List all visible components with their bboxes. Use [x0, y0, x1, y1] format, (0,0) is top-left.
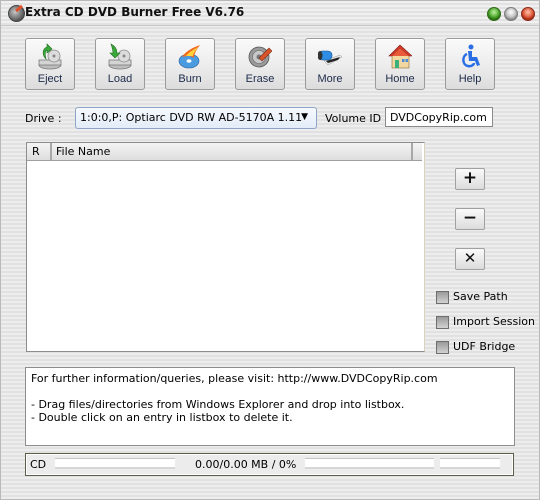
drive-select[interactable]: 1:0:0,P: Optiarc DVD RW AD-5170A 1.11 ▼: [75, 107, 317, 129]
file-listbox[interactable]: R File Name: [26, 142, 425, 352]
file-list-header: R File Name: [27, 143, 422, 161]
column-file-name-label: File Name: [56, 145, 111, 158]
info-line: - Double click on an entry in listbox to…: [31, 411, 293, 424]
burn-button[interactable]: Burn: [165, 38, 215, 90]
udf-bridge-label: UDF Bridge: [453, 340, 516, 353]
volume-id-label: Volume ID :: [325, 112, 389, 125]
more-button[interactable]: More: [305, 38, 355, 90]
info-textbox[interactable]: For further information/queries, please …: [25, 367, 515, 446]
checkbox-box[interactable]: [436, 291, 449, 304]
load-button[interactable]: Load: [95, 38, 145, 90]
capacity-progress-bar: [55, 458, 175, 469]
clear-list-button[interactable]: ✕: [455, 248, 485, 270]
home-icon: [388, 44, 412, 69]
title-bar[interactable]: Extra CD DVD Burner Free V6.76: [1, 1, 539, 26]
eject-label: Eject: [37, 73, 63, 85]
erase-button[interactable]: Erase: [235, 38, 285, 90]
more-label: More: [317, 73, 343, 85]
save-path-label: Save Path: [453, 290, 508, 303]
checkbox-box[interactable]: [436, 341, 449, 354]
help-accessibility-icon: [462, 44, 480, 68]
toolbar: Eject Load Burn Erase More Home Help: [25, 38, 505, 92]
eject-drive-icon: [38, 43, 62, 70]
status-panel-small: [440, 458, 500, 469]
close-button[interactable]: [521, 7, 535, 21]
erase-label: Erase: [245, 73, 275, 85]
maximize-button[interactable]: [504, 7, 518, 21]
more-film-icon: [318, 50, 342, 66]
home-label: Home: [385, 73, 415, 85]
info-line: - Drag files/directories from Windows Ex…: [31, 398, 405, 411]
help-label: Help: [458, 73, 482, 85]
chevron-down-icon[interactable]: ▼: [301, 112, 308, 122]
drive-selected-value: 1:0:0,P: Optiarc DVD RW AD-5170A 1.11: [80, 111, 303, 124]
load-label: Load: [107, 73, 133, 85]
column-r-label: R: [32, 145, 40, 158]
drive-label: Drive :: [25, 112, 62, 125]
eject-button[interactable]: Eject: [25, 38, 75, 90]
size-readout: 0.00/0.00 MB / 0%: [195, 458, 297, 471]
home-button[interactable]: Home: [375, 38, 425, 90]
burn-disc-icon: [178, 45, 200, 69]
minimize-button[interactable]: [487, 7, 501, 21]
remove-file-button[interactable]: −: [455, 208, 485, 230]
column-header-r[interactable]: R: [27, 143, 52, 160]
app-disc-icon: [8, 5, 25, 22]
volume-id-field-wrapper: [385, 107, 493, 127]
app-window: Extra CD DVD Burner Free V6.76 Eject Loa…: [0, 0, 540, 500]
add-files-button[interactable]: +: [455, 168, 485, 190]
status-bar: CD 0.00/0.00 MB / 0%: [25, 453, 514, 476]
erase-disc-icon: [248, 46, 272, 68]
help-button[interactable]: Help: [445, 38, 495, 90]
media-type-label: CD: [30, 458, 47, 471]
import-session-label: Import Session: [453, 315, 535, 328]
column-header-file-name[interactable]: File Name: [52, 143, 413, 160]
checkbox-box[interactable]: [436, 316, 449, 329]
status-panel: [305, 458, 434, 469]
load-drive-icon: [108, 43, 132, 70]
info-line: For further information/queries, please …: [31, 372, 438, 385]
burn-label: Burn: [178, 73, 202, 85]
volume-id-input[interactable]: [386, 108, 492, 126]
window-title: Extra CD DVD Burner Free V6.76: [25, 5, 245, 19]
